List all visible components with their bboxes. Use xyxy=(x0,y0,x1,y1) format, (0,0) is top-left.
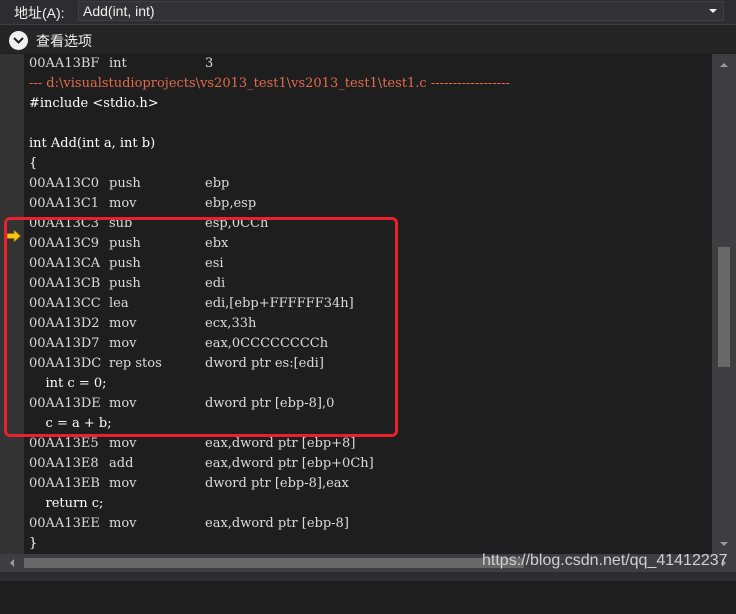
disasm-line[interactable]: 00AA13EB mov dword ptr [ebp-8],eax xyxy=(29,474,349,494)
source-file-header: --- d:\visualstudioprojects\vs2013_test1… xyxy=(29,76,510,91)
disasm-line[interactable]: 00AA13C1 mov ebp,esp xyxy=(29,194,256,214)
source-line: int Add(int a, int b) xyxy=(29,136,156,151)
status-strip xyxy=(0,572,736,581)
horizontal-scroll-thumb[interactable] xyxy=(24,558,524,568)
instruction-operands: ebp xyxy=(205,176,230,191)
instruction-operands: eax,dword ptr [ebp+0Ch] xyxy=(205,456,374,471)
scroll-up-icon[interactable] xyxy=(720,63,728,67)
address-label: 地址(A): xyxy=(14,5,65,21)
source-line: } xyxy=(29,536,38,551)
instruction-opcode: mov xyxy=(109,436,137,451)
instruction-address: 00AA13EB xyxy=(29,476,100,491)
instruction-opcode: mov xyxy=(109,476,137,491)
instruction-opcode: mov xyxy=(109,516,137,531)
address-bar: 地址(A): Add(int, int) xyxy=(0,0,736,25)
source-line: #include <stdio.h> xyxy=(29,96,159,111)
disasm-line[interactable]: 00AA13C0 push ebp xyxy=(29,174,229,194)
instruction-operands: eax,dword ptr [ebp+8] xyxy=(205,436,356,451)
instruction-address: 00AA13EE xyxy=(29,516,100,531)
instruction-opcode: int xyxy=(109,56,127,71)
disasm-line[interactable]: 00AA13BF int 3 xyxy=(29,54,213,74)
instruction-operands: ebp,esp xyxy=(205,196,257,211)
disasm-line[interactable]: 00AA13E8 add eax,dword ptr [ebp+0Ch] xyxy=(29,454,374,474)
highlight-annotation xyxy=(4,217,398,437)
scroll-left-icon[interactable] xyxy=(10,559,14,567)
instruction-operands: eax,dword ptr [ebp-8] xyxy=(205,516,349,531)
disassembly-view[interactable]: 00AA13BF int 3 --- d:\visualstudioprojec… xyxy=(0,54,712,554)
instruction-address: 00AA13E5 xyxy=(29,436,99,451)
instruction-address: 00AA13C0 xyxy=(29,176,100,191)
address-value[interactable]: Add(int, int) xyxy=(83,3,155,19)
watermark: https://blog.csdn.net/qq_41412237 xyxy=(482,552,728,569)
instruction-address: 00AA13C1 xyxy=(29,196,100,211)
scroll-down-icon[interactable] xyxy=(720,542,728,546)
source-line: return c; xyxy=(29,496,104,511)
view-options-label[interactable]: 查看选项 xyxy=(36,31,92,51)
instruction-operands: 3 xyxy=(205,56,214,71)
vertical-scroll-thumb[interactable] xyxy=(718,247,730,367)
chevron-down-icon[interactable] xyxy=(9,31,28,50)
disasm-line[interactable]: 00AA13EE mov eax,dword ptr [ebp-8] xyxy=(29,514,349,534)
instruction-opcode: push xyxy=(109,176,141,191)
vertical-scrollbar[interactable] xyxy=(712,54,736,554)
view-options-toggle[interactable]: 查看选项 xyxy=(0,25,736,53)
disasm-line[interactable]: 00AA13E5 mov eax,dword ptr [ebp+8] xyxy=(29,434,355,454)
instruction-address: 00AA13E8 xyxy=(29,456,99,471)
instruction-address: 00AA13BF xyxy=(29,56,100,71)
address-combobox[interactable]: Add(int, int) xyxy=(78,1,724,21)
instruction-opcode: mov xyxy=(109,196,137,211)
instruction-operands: dword ptr [ebp-8],eax xyxy=(205,476,349,491)
source-line: { xyxy=(29,156,38,171)
instruction-opcode: add xyxy=(109,456,134,471)
dropdown-arrow-icon[interactable] xyxy=(709,9,717,13)
